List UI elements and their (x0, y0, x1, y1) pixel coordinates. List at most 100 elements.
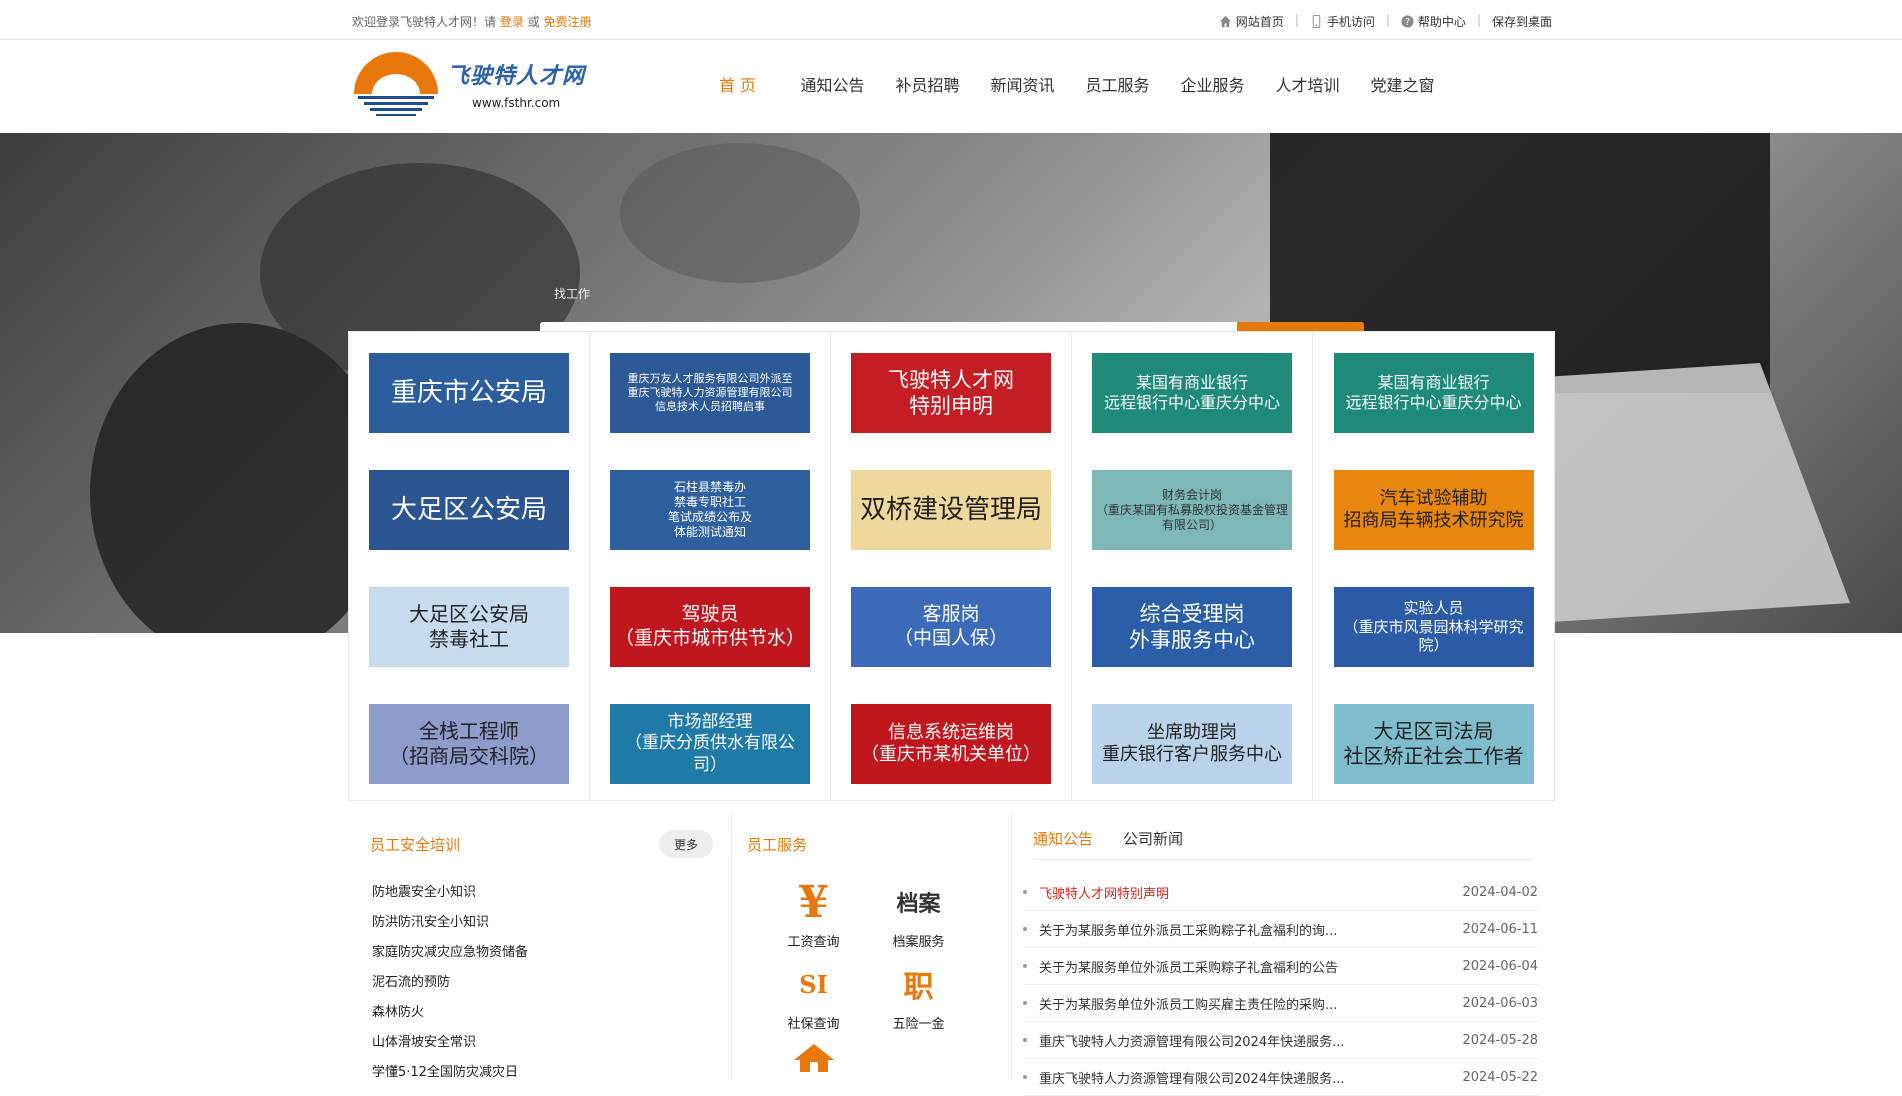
training-item[interactable]: 山体滑坡安全常识 (372, 1028, 528, 1058)
notice-item[interactable]: 关于为某服务单位外派员工购买雇主责任险的采购... 2024-06-03 (1023, 985, 1538, 1022)
home-link[interactable]: 网站首页 (1219, 13, 1284, 30)
job-tile[interactable]: 飞驶特人才网 特别申明 (851, 353, 1051, 433)
tab-notices[interactable]: 通知公告 (1033, 828, 1093, 849)
insurance-icon: 职 (903, 970, 934, 1005)
service-salary-label: 工资查询 (787, 935, 840, 950)
training-list: 防地震安全小知识 防洪防汛安全小知识 家庭防灾减灾应急物资储备 泥石流的预防 森林防火山… (372, 878, 528, 1088)
mobile-link[interactable]: 手机访问 (1310, 13, 1375, 30)
job-tile[interactable]: 大足区公安局 (369, 470, 569, 550)
service-grid: ¥ 工资查询 档案 档案服务 SI 社保查询 职 五险一金 (761, 876, 971, 1072)
notice-item[interactable]: 关于为某服务单位外派员工采购粽子礼盒福利的公告 2024-06-04 (1023, 948, 1538, 985)
search-label: 找工作 (554, 287, 591, 301)
or-label: 或 (527, 15, 540, 29)
nav-employee-service[interactable]: 员工服务 (1070, 72, 1165, 96)
notice-item[interactable]: 关于为某服务单位外派员工采购粽子礼盒福利的询... 2024-06-11 (1023, 911, 1538, 948)
bullet-icon (1023, 1038, 1027, 1042)
job-tile[interactable]: 驾驶员 （重庆市城市供节水） (610, 587, 810, 667)
job-tile[interactable]: 实验人员 （重庆市风景园林科学研究院） (1333, 587, 1534, 667)
main-nav: 首 页 通知公告 补员招聘 新闻资讯 员工服务 企业服务 人才培训 党建之窗 (690, 72, 1450, 96)
job-tile[interactable]: 汽车试验辅助 招商局车辆技术研究院 (1333, 470, 1534, 550)
tab-company-news[interactable]: 公司新闻 (1123, 828, 1183, 849)
mobile-icon (1312, 15, 1321, 28)
notice-date: 2024-06-04 (1462, 958, 1538, 974)
login-link[interactable]: 登录 (500, 15, 524, 29)
notice-tabs: 通知公告 公司新闻 (1033, 828, 1533, 860)
training-item[interactable]: 防地震安全小知识 (372, 878, 528, 908)
welcome-text: 欢迎登录飞驶特人才网！请 登录 或 免费注册 (352, 13, 592, 30)
notice-item[interactable]: 重庆飞驶特人力资源管理有限公司2024年快递服务... 2024-05-28 (1023, 1022, 1538, 1059)
job-tile[interactable]: 某国有商业银行 远程银行中心重庆分中心 (1092, 353, 1292, 433)
job-column: 某国有商业银行 远程银行中心重庆分中心 财务会计岗 （重庆某国有私募股权投资基金管… (1072, 332, 1313, 800)
nav-news[interactable]: 新闻资讯 (975, 72, 1070, 96)
welcome-label: 欢迎登录飞驶特人才网！请 (352, 15, 497, 29)
nav-training[interactable]: 人才培训 (1260, 72, 1355, 96)
service-archive-label: 档案服务 (892, 935, 945, 950)
job-tile[interactable]: 客服岗 （中国人保） (851, 587, 1051, 667)
training-item[interactable]: 家庭防灾减灾应急物资储备 (372, 938, 528, 968)
bottom-sections: 员工安全培训 更多 防地震安全小知识 防洪防汛安全小知识 家庭防灾减灾应急物资储备泥… (352, 812, 1552, 1096)
notice-item[interactable]: 重庆飞驶特人力资源管理有限公司2024年快递服务... 2024-05-22 (1023, 1059, 1538, 1096)
top-bar: 欢迎登录飞驶特人才网！请 登录 或 免费注册 网站首页 | 手机访问 | ? 帮… (0, 0, 1902, 40)
bullet-icon (1023, 1001, 1027, 1005)
job-tile[interactable]: 大足区司法局 社区矫正社会工作者 (1333, 704, 1534, 784)
job-tile[interactable]: 某国有商业银行 远程银行中心重庆分中心 (1333, 353, 1534, 433)
notice-item[interactable]: 飞驶特人才网特别声明 2024-04-02 (1023, 874, 1538, 911)
nav-notices[interactable]: 通知公告 (785, 72, 880, 96)
nav-home[interactable]: 首 页 (690, 72, 785, 96)
job-tile[interactable]: 信息系统运维岗 （重庆市某机关单位） (851, 704, 1051, 784)
service-insurance[interactable]: 职 五险一金 (866, 960, 971, 1032)
job-tile[interactable]: 综合受理岗 外事服务中心 (1092, 587, 1292, 667)
training-item[interactable]: 森林防火 (372, 998, 528, 1028)
job-tile[interactable]: 重庆万友人才服务有限公司外派至 重庆飞驶特人力资源管理有限公司 信息技术人员招聘… (610, 353, 810, 433)
header: 飞驶特人才网 www.fsthr.com 首 页 通知公告 补员招聘 新闻资讯 … (0, 40, 1902, 132)
notice-title[interactable]: 关于为某服务单位外派员工购买雇主责任险的采购... (1039, 994, 1428, 1013)
service-social-security-label: 社保查询 (787, 1017, 840, 1032)
nav-party[interactable]: 党建之窗 (1355, 72, 1450, 96)
help-icon: ? (1401, 15, 1414, 28)
training-item[interactable]: 防洪防汛安全小知识 (372, 908, 528, 938)
job-tile[interactable]: 重庆市公安局 (369, 353, 569, 433)
yen-icon: ¥ (798, 876, 829, 928)
service-more[interactable] (761, 1042, 866, 1072)
site-logo[interactable]: 飞驶特人才网 www.fsthr.com (352, 52, 602, 122)
svg-text:?: ? (1405, 17, 1410, 28)
job-column: 重庆市公安局 大足区公安局 大足区公安局 禁毒社工 全栈工程师 （招商局交科院） (349, 332, 590, 800)
logo-icon (354, 52, 438, 116)
training-item[interactable]: 学懂5·12全国防灾减灾日 (372, 1058, 528, 1088)
notice-title[interactable]: 重庆飞驶特人力资源管理有限公司2024年快递服务... (1039, 1068, 1428, 1087)
nav-enterprise-service[interactable]: 企业服务 (1165, 72, 1260, 96)
service-salary[interactable]: ¥ 工资查询 (761, 876, 866, 951)
help-link[interactable]: ? 帮助中心 (1401, 13, 1466, 30)
service-insurance-label: 五险一金 (892, 1017, 945, 1032)
job-tile[interactable]: 大足区公安局 禁毒社工 (369, 587, 569, 667)
job-tile[interactable]: 财务会计岗 （重庆某国有私募股权投资基金管理有限公司） (1092, 470, 1292, 550)
service-section: 员工服务 ¥ 工资查询 档案 档案服务 SI 社保查询 职 五险一金 (733, 812, 1012, 1080)
notice-title[interactable]: 关于为某服务单位外派员工采购粽子礼盒福利的询... (1039, 920, 1428, 939)
register-link[interactable]: 免费注册 (544, 15, 592, 29)
save-desktop-link[interactable]: 保存到桌面 (1492, 13, 1552, 30)
social-security-icon: SI (799, 969, 828, 999)
service-social-security[interactable]: SI 社保查询 (761, 960, 866, 1033)
nav-recruitment[interactable]: 补员招聘 (880, 72, 975, 96)
archive-icon: 档案 (896, 891, 941, 917)
job-column: 重庆万友人才服务有限公司外派至 重庆飞驶特人力资源管理有限公司 信息技术人员招聘… (590, 332, 831, 800)
top-links: 网站首页 | 手机访问 | ? 帮助中心 | 保存到桌面 (1219, 13, 1552, 30)
bullet-icon (1023, 964, 1027, 968)
job-tile[interactable]: 坐席助理岗 重庆银行客户服务中心 (1092, 704, 1292, 784)
bullet-icon (1023, 890, 1027, 894)
training-more-button[interactable]: 更多 (659, 830, 713, 858)
home-link-label: 网站首页 (1235, 15, 1284, 29)
notice-title[interactable]: 重庆飞驶特人力资源管理有限公司2024年快递服务... (1039, 1031, 1428, 1050)
notice-title[interactable]: 关于为某服务单位外派员工采购粽子礼盒福利的公告 (1039, 957, 1428, 976)
job-tile[interactable]: 石柱县禁毒办 禁毒专职社工 笔试成绩公布及 体能测试通知 (610, 470, 810, 550)
job-tile[interactable]: 全栈工程师 （招商局交科院） (369, 704, 569, 784)
job-tile[interactable]: 市场部经理 （重庆分质供水有限公司） (610, 704, 810, 784)
notice-title[interactable]: 飞驶特人才网特别声明 (1039, 883, 1428, 902)
service-title: 员工服务 (747, 836, 808, 854)
logo-text: 飞驶特人才网 (447, 64, 586, 89)
notice-date: 2024-05-22 (1462, 1069, 1538, 1085)
service-archive[interactable]: 档案 档案服务 (866, 878, 971, 950)
job-tile[interactable]: 双桥建设管理局 (851, 470, 1051, 550)
house-icon (793, 1044, 834, 1072)
training-item[interactable]: 泥石流的预防 (372, 968, 528, 998)
